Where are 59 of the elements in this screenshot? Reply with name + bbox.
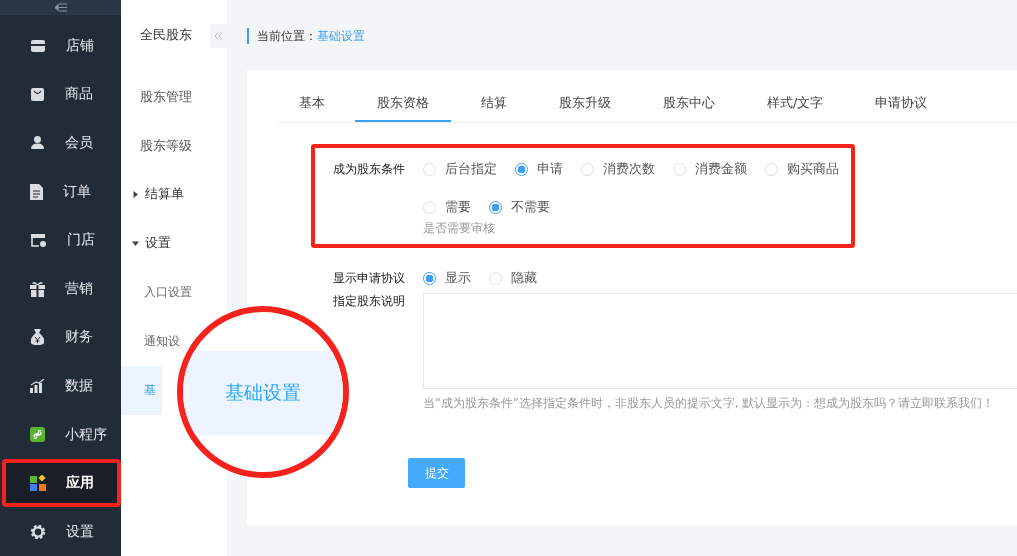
- breadcrumb-current: 基础设置: [317, 29, 365, 43]
- sub-sidebar-item[interactable]: 结算单: [121, 170, 188, 220]
- nav-item[interactable]: 门店: [0, 215, 121, 265]
- nav-item[interactable]: 订单: [0, 167, 121, 216]
- caret-down-icon: [132, 240, 139, 248]
- mini-program-icon: [30, 427, 45, 442]
- bar-chart-icon: [30, 378, 45, 393]
- nav-item[interactable]: 店铺: [0, 21, 121, 71]
- nav-item[interactable]: 商品: [0, 70, 121, 119]
- radio-option[interactable]: 不需要: [489, 199, 550, 215]
- radio-option[interactable]: 购买商品: [765, 161, 839, 177]
- radio-option[interactable]: 消费金额: [673, 161, 747, 177]
- field-label: 指定股东说明: [333, 293, 406, 309]
- sub-sidebar-item[interactable]: 通知设: [121, 333, 180, 350]
- tab[interactable]: 申请协议: [853, 95, 950, 122]
- field-label: 成为股东条件: [333, 161, 406, 177]
- radio-option[interactable]: 消费次数: [581, 161, 655, 177]
- settings-icon: [30, 523, 46, 540]
- user-icon: [30, 135, 45, 151]
- tab[interactable]: 结算: [459, 95, 529, 122]
- gift-icon: [30, 280, 45, 297]
- tab[interactable]: 基本: [277, 95, 347, 122]
- help-text: 当“成为股东条件”选择指定条件时，非股东人员的提示文字, 默认显示为：想成为股东吗？请立即联系我们！: [423, 396, 996, 411]
- nav-item[interactable]: 财务: [0, 313, 121, 362]
- nav-item[interactable]: 会员: [0, 118, 121, 168]
- collapse-menu-icon[interactable]: [54, 3, 67, 13]
- nav-item[interactable]: 应用: [2, 458, 121, 508]
- sub-sidebar-title: 全民股东: [140, 26, 192, 44]
- breadcrumb-label: 当前位置：: [257, 29, 317, 43]
- nav-item[interactable]: 小程序: [0, 410, 121, 459]
- tab[interactable]: 股东升级: [537, 95, 633, 122]
- radio-option[interactable]: 后台指定: [423, 161, 497, 177]
- radio-option[interactable]: 需要: [423, 199, 471, 215]
- tab[interactable]: 股东中心: [641, 95, 737, 122]
- nav-item[interactable]: 数据: [0, 361, 121, 411]
- shop-icon: [30, 232, 47, 248]
- store-icon: [30, 38, 46, 53]
- sub-sidebar-item[interactable]: 入口设置: [121, 284, 192, 301]
- magnified-label: 基础设置: [225, 380, 301, 405]
- nav-item[interactable]: 营销: [0, 264, 121, 314]
- tab[interactable]: 样式/文字: [745, 95, 846, 122]
- bag-icon: [30, 86, 45, 102]
- apps-icon: [30, 475, 46, 492]
- radio-option[interactable]: 显示: [423, 270, 471, 286]
- collapse-panel-button[interactable]: [210, 24, 227, 48]
- caret-right-icon: [132, 191, 139, 199]
- sub-sidebar-item[interactable]: 股东管理: [121, 73, 196, 122]
- radio-option[interactable]: 隐藏: [489, 270, 537, 286]
- nav-item[interactable]: 设置: [0, 507, 121, 556]
- help-text: 是否需要审核: [423, 221, 496, 236]
- field-label: 显示申请协议: [333, 270, 406, 286]
- radio-option[interactable]: 申请: [515, 161, 563, 177]
- money-bag-icon: [30, 329, 45, 346]
- sub-sidebar-item[interactable]: 股东等级: [121, 121, 196, 171]
- tab[interactable]: 股东资格: [355, 95, 451, 122]
- document-icon: [30, 183, 43, 200]
- double-chevron-left-icon: [214, 32, 223, 40]
- description-textarea[interactable]: [423, 293, 1017, 389]
- sub-sidebar-item[interactable]: 设置: [121, 219, 175, 269]
